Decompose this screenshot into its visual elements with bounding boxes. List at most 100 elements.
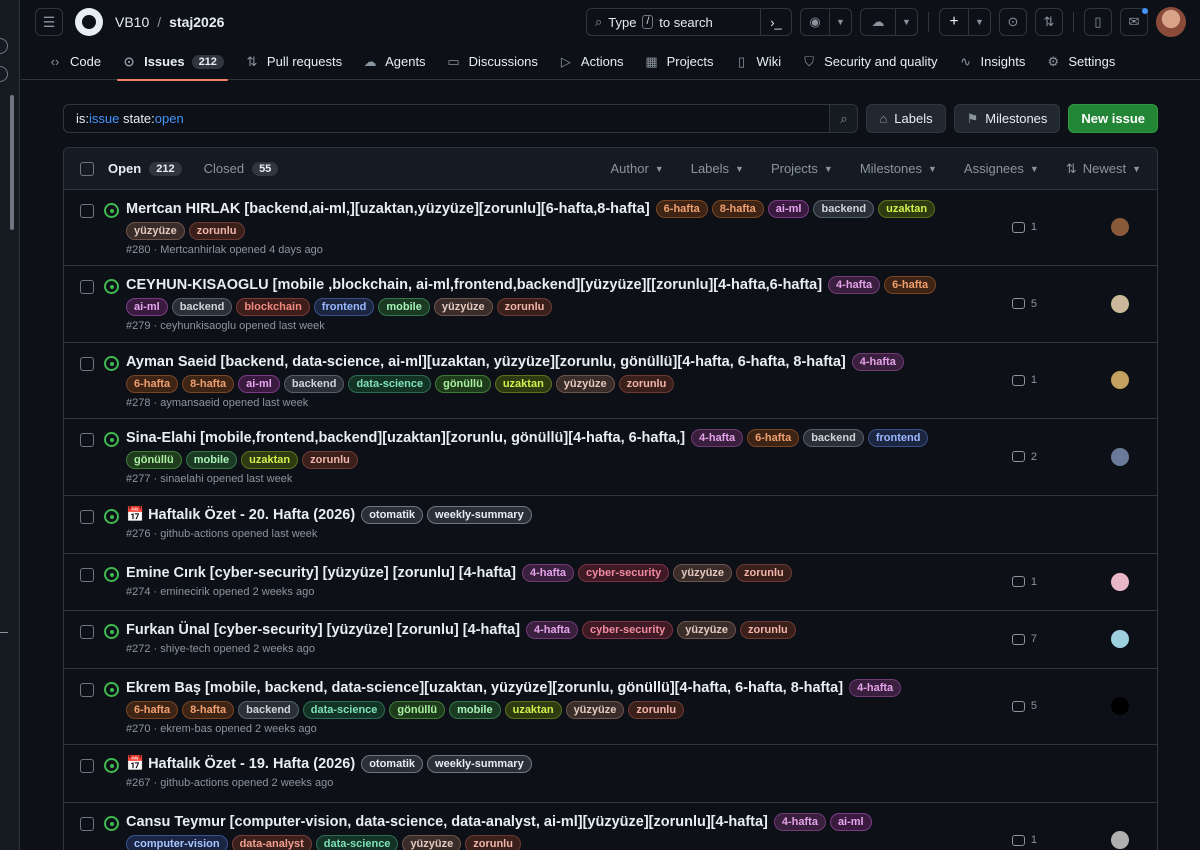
- issue-title-link[interactable]: Emine Cırık [cyber-security] [yüzyüze] […: [126, 564, 516, 582]
- issue-row[interactable]: Ekrem Baş [mobile, backend, data-science…: [64, 669, 1157, 745]
- issue-label[interactable]: mobile: [378, 298, 430, 316]
- issue-label[interactable]: cyber-security: [578, 564, 670, 582]
- repositories-button[interactable]: ▯: [1084, 8, 1112, 36]
- issue-label[interactable]: 6-hafta: [747, 429, 800, 447]
- issue-label[interactable]: 8-hafta: [182, 701, 235, 719]
- issue-row[interactable]: Furkan Ünal [cyber-security] [yüzyüze] […: [64, 611, 1157, 669]
- menu-button[interactable]: ☰: [35, 8, 63, 36]
- issue-title-link[interactable]: Furkan Ünal [cyber-security] [yüzyüze] […: [126, 621, 520, 639]
- tab-code[interactable]: ‹› Code: [37, 44, 111, 80]
- comments-link[interactable]: 5: [1011, 700, 1037, 712]
- tab-pull-requests[interactable]: ⇅ Pull requests: [234, 44, 352, 80]
- filter-query[interactable]: is:issue state:open: [64, 105, 829, 132]
- assignee-avatar[interactable]: [1111, 572, 1129, 591]
- labels-button[interactable]: ⌂ Labels: [866, 104, 946, 133]
- issue-title-link[interactable]: Sina-Elahi [mobile,frontend,backend][uza…: [126, 429, 685, 447]
- tab-wiki[interactable]: ▯ Wiki: [724, 44, 792, 80]
- codespaces-dropdown[interactable]: ▼: [896, 8, 918, 36]
- assignee-avatar[interactable]: [1111, 697, 1129, 715]
- issue-checkbox[interactable]: [80, 357, 94, 371]
- codespaces-button[interactable]: ☁: [860, 8, 896, 36]
- issue-label[interactable]: backend: [238, 701, 299, 719]
- issue-label[interactable]: weekly-summary: [427, 506, 532, 524]
- issue-row[interactable]: CEYHUN-KISAOGLU [mobile ,blockchain, ai-…: [64, 266, 1157, 343]
- issue-label[interactable]: gönüllü: [126, 451, 182, 469]
- issue-label[interactable]: 6-hafta: [655, 200, 708, 218]
- issue-label[interactable]: otomatik: [361, 506, 424, 524]
- comments-link[interactable]: 1: [1011, 834, 1037, 846]
- command-palette-button[interactable]: ›_: [760, 8, 792, 36]
- issue-checkbox[interactable]: [80, 204, 94, 218]
- issue-label[interactable]: ai-ml: [767, 200, 810, 218]
- issue-label[interactable]: frontend: [313, 298, 375, 316]
- issue-label[interactable]: uzaktan: [878, 200, 936, 218]
- issue-label[interactable]: gönüllü: [435, 375, 491, 393]
- issue-label[interactable]: zorunlu: [736, 564, 792, 582]
- issue-label[interactable]: 4-hafta: [525, 621, 579, 639]
- issue-label[interactable]: 6-hafta: [884, 276, 937, 294]
- issue-row[interactable]: Sina-Elahi [mobile,frontend,backend][uza…: [64, 419, 1157, 496]
- issue-label[interactable]: zorunlu: [188, 222, 245, 240]
- tab-projects[interactable]: ▦ Projects: [634, 44, 724, 80]
- issue-label[interactable]: backend: [171, 298, 233, 316]
- copilot-dropdown[interactable]: ▼: [830, 8, 852, 36]
- issue-title-link[interactable]: Mertcan HIRLAK [backend,ai-ml,][uzaktan,…: [126, 200, 650, 218]
- issue-label[interactable]: 4-hafta: [849, 679, 902, 697]
- issue-label[interactable]: mobile: [449, 701, 501, 719]
- user-avatar[interactable]: [1156, 7, 1186, 37]
- issue-label[interactable]: otomatik: [361, 755, 424, 773]
- issues-button[interactable]: ⊙: [999, 8, 1027, 36]
- assignee-avatar[interactable]: [1111, 294, 1129, 313]
- breadcrumb-owner[interactable]: VB10: [115, 14, 149, 30]
- breadcrumb-repo[interactable]: staj2026: [169, 14, 224, 30]
- filter-newest[interactable]: ⇅ Newest ▼: [1066, 161, 1141, 177]
- issue-label[interactable]: backend: [813, 200, 875, 218]
- issue-label[interactable]: data-science: [315, 835, 399, 850]
- comments-link[interactable]: 1: [1011, 576, 1037, 588]
- issue-checkbox[interactable]: [80, 683, 94, 697]
- tab-actions[interactable]: ▷ Actions: [548, 44, 634, 80]
- copilot-button[interactable]: ◉: [800, 8, 830, 36]
- issue-label[interactable]: zorunlu: [740, 621, 796, 639]
- issue-title-link[interactable]: 📅 Haftalık Özet - 19. Hafta (2026): [126, 755, 355, 773]
- issue-title-link[interactable]: Ekrem Baş [mobile, backend, data-science…: [126, 679, 843, 697]
- open-issues-tab[interactable]: Open 212: [108, 161, 182, 176]
- select-all-checkbox[interactable]: [80, 161, 94, 176]
- milestones-button[interactable]: ⚑ Milestones: [953, 104, 1061, 133]
- issue-label[interactable]: ai-ml: [829, 813, 872, 831]
- notifications-button[interactable]: ✉: [1120, 8, 1148, 36]
- issue-row[interactable]: 📅 Haftalık Özet - 19. Hafta (2026) otomat…: [64, 745, 1157, 803]
- comments-link[interactable]: 5: [1011, 298, 1037, 310]
- issue-label[interactable]: frontend: [867, 429, 929, 447]
- assignee-avatar[interactable]: [1111, 447, 1129, 466]
- issue-label[interactable]: yüzyüze: [555, 375, 615, 393]
- issue-label[interactable]: 4-hafta: [828, 276, 881, 294]
- issue-label[interactable]: 6-hafta: [126, 701, 179, 719]
- filter-milestones[interactable]: Milestones ▼: [860, 161, 937, 177]
- issue-label[interactable]: 4-hafta: [691, 429, 744, 447]
- issue-checkbox[interactable]: [80, 759, 94, 773]
- issue-checkbox[interactable]: [80, 568, 94, 582]
- issue-label[interactable]: blockchain: [236, 298, 310, 316]
- issue-checkbox[interactable]: [80, 817, 94, 831]
- issue-row[interactable]: Ayman Saeid [backend, data-science, ai-m…: [64, 343, 1157, 419]
- assignee-avatar[interactable]: [1111, 630, 1129, 648]
- comments-link[interactable]: 1: [1011, 221, 1037, 233]
- issue-label[interactable]: data-science: [348, 375, 432, 393]
- issue-checkbox[interactable]: [80, 433, 94, 447]
- issue-label[interactable]: uzaktan: [494, 375, 552, 393]
- issue-label[interactable]: yüzyüze: [673, 564, 733, 582]
- issue-checkbox[interactable]: [80, 280, 94, 294]
- issue-title-link[interactable]: CEYHUN-KISAOGLU [mobile ,blockchain, ai-…: [126, 276, 822, 294]
- filter-projects[interactable]: Projects ▼: [771, 161, 833, 177]
- issue-label[interactable]: backend: [283, 375, 345, 393]
- issue-label[interactable]: cyber-security: [582, 621, 674, 639]
- issue-label[interactable]: yüzyüze: [402, 835, 462, 850]
- issue-row[interactable]: Mertcan HIRLAK [backend,ai-ml,][uzaktan,…: [64, 190, 1157, 266]
- issue-label[interactable]: yüzyüze: [126, 222, 185, 240]
- issue-label[interactable]: zorunlu: [465, 835, 521, 850]
- issue-label[interactable]: 4-hafta: [851, 353, 904, 371]
- comments-link[interactable]: 2: [1011, 451, 1037, 463]
- issue-label[interactable]: computer-vision: [126, 835, 228, 850]
- issue-row[interactable]: Cansu Teymur [computer-vision, data-scie…: [64, 803, 1157, 850]
